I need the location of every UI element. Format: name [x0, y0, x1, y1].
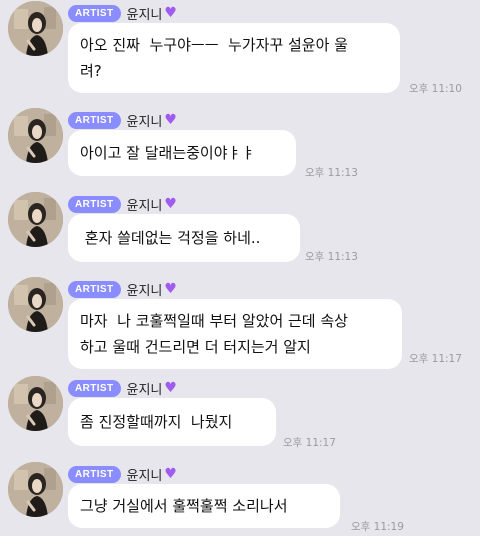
- message-bubble[interactable]: 아오 진짜 누구야ㅡㅡ 누가자꾸 설윤아 울 려?: [68, 23, 400, 93]
- avatar[interactable]: [8, 192, 63, 247]
- purple-heart-icon: ♥: [164, 380, 177, 396]
- avatar[interactable]: [8, 1, 63, 56]
- sender-row: ARTIST 윤지니 ♥: [68, 379, 177, 398]
- message-text-line: 하고 울때 건드리면 더 터지는거 알지: [80, 338, 311, 356]
- message-time: 오후 11:17: [409, 353, 462, 365]
- message-text-line: 아오 진짜 누구야ㅡㅡ 누가자꾸 설윤아 울: [80, 36, 348, 54]
- sender-name: 윤지니: [126, 382, 163, 398]
- message-time: 오후 11:17: [283, 437, 336, 449]
- sender-name: 윤지니: [126, 198, 163, 214]
- message-text-line: 아이고 잘 달래는중이야ㅑㅑ: [80, 144, 256, 162]
- artist-badge: ARTIST: [68, 111, 121, 129]
- message-text-line: 혼자 쓸데없는 걱정을 하네..: [80, 229, 261, 247]
- sender-row: ARTIST 윤지니 ♥: [68, 195, 177, 214]
- purple-heart-icon: ♥: [164, 196, 177, 212]
- artist-badge: ARTIST: [68, 280, 121, 298]
- artist-badge: ARTIST: [68, 195, 121, 213]
- message-text-line: 려?: [80, 62, 102, 80]
- message-text-line: 마자 나 코훌쩍일때 부터 알았어 근데 속상: [80, 312, 348, 330]
- avatar[interactable]: [8, 108, 63, 163]
- sender-row: ARTIST 윤지니 ♥: [68, 4, 177, 23]
- message-text-line: 그냥 거실에서 훌쩍훌쩍 소리나서: [80, 497, 288, 515]
- avatar[interactable]: [8, 277, 63, 332]
- artist-badge: ARTIST: [68, 4, 121, 22]
- message-bubble[interactable]: 마자 나 코훌쩍일때 부터 알았어 근데 속상 하고 울때 건드리면 더 터지는…: [68, 299, 402, 369]
- sender-name: 윤지니: [126, 468, 163, 484]
- artist-badge: ARTIST: [68, 465, 121, 483]
- message-bubble[interactable]: 혼자 쓸데없는 걱정을 하네..: [68, 214, 300, 262]
- message-time: 오후 11:13: [305, 251, 358, 263]
- message-time: 오후 11:13: [305, 167, 358, 179]
- message-time: 오후 11:19: [351, 521, 404, 533]
- artist-badge: ARTIST: [68, 379, 121, 397]
- sender-row: ARTIST 윤지니 ♥: [68, 111, 177, 130]
- purple-heart-icon: ♥: [164, 112, 177, 128]
- message-text-line: 좀 진정할때까지 나뒀지: [80, 413, 233, 431]
- message-bubble[interactable]: 그냥 거실에서 훌쩍훌쩍 소리나서: [68, 484, 340, 528]
- purple-heart-icon: ♥: [164, 466, 177, 482]
- sender-name: 윤지니: [126, 114, 163, 130]
- sender-name: 윤지니: [126, 7, 163, 23]
- message-bubble[interactable]: 아이고 잘 달래는중이야ㅑㅑ: [68, 130, 296, 176]
- purple-heart-icon: ♥: [164, 5, 177, 21]
- sender-row: ARTIST 윤지니 ♥: [68, 465, 177, 484]
- sender-row: ARTIST 윤지니 ♥: [68, 280, 177, 299]
- avatar[interactable]: [8, 376, 63, 431]
- message-time: 오후 11:10: [409, 83, 462, 95]
- message-bubble[interactable]: 좀 진정할때까지 나뒀지: [68, 398, 276, 446]
- purple-heart-icon: ♥: [164, 281, 177, 297]
- avatar[interactable]: [8, 462, 63, 517]
- sender-name: 윤지니: [126, 283, 163, 299]
